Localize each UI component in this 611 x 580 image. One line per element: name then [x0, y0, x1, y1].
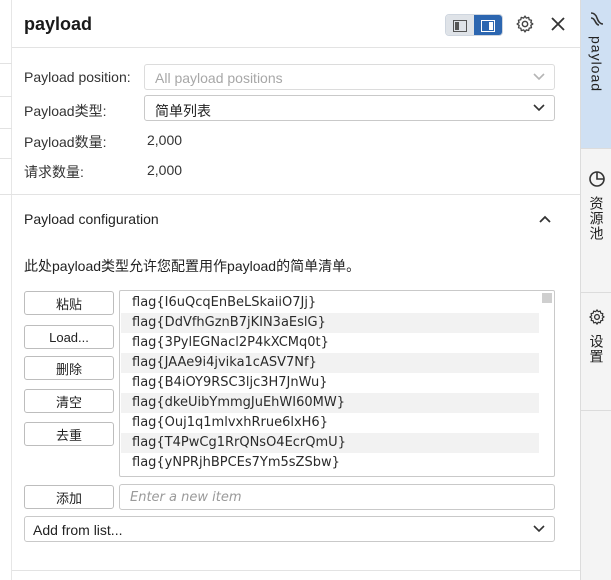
add-from-list-label: Add from list...: [33, 522, 123, 538]
settings-gear-icon[interactable]: [513, 12, 537, 36]
delete-button[interactable]: 删除: [24, 356, 114, 380]
panel-header: payload: [12, 0, 580, 48]
layout-left-button[interactable]: [446, 15, 474, 35]
payload-panel: payload Payload position: All payload po…: [12, 0, 580, 580]
list-item[interactable]: flag{B4iOY9RSC3ljc3H7JnWu}: [121, 373, 539, 393]
bottom-divider: [12, 570, 580, 571]
request-count-value: 2,000: [147, 162, 183, 178]
list-item[interactable]: flag{T4PwCg1RrQNsO4EcrQmU}: [121, 433, 539, 453]
payload-type-label: Payload类型:: [24, 103, 107, 119]
list-item[interactable]: flag{3PylEGNacl2P4kXCMq0t}: [121, 333, 539, 353]
section-divider: [12, 194, 580, 195]
rail-tab-label: 资源池: [588, 196, 605, 241]
payload-count-value: 2,000: [147, 132, 183, 148]
list-item[interactable]: flag{yNPRjhBPCEs7Ym5sZSbw}: [121, 453, 539, 473]
payload-position-select: All payload positions: [144, 64, 555, 90]
list-item[interactable]: flag{DdVfhGznB7jKIN3aEslG}: [121, 313, 539, 333]
close-icon[interactable]: [546, 12, 570, 36]
payload-position-value: All payload positions: [155, 70, 283, 86]
right-side-rail: payload 资源池 设置: [580, 0, 611, 580]
list-scrollbar-thumb[interactable]: [542, 293, 552, 303]
pie-chart-icon: [588, 171, 605, 187]
request-count-label: 请求数量:: [24, 164, 84, 180]
payload-count-label: Payload数量:: [24, 134, 107, 150]
chevron-down-icon: [533, 73, 545, 81]
chevron-up-icon[interactable]: [536, 210, 554, 228]
panel-title: payload: [24, 14, 93, 34]
configuration-description: 此处payload类型允许您配置用作payload的简单清单。: [24, 258, 361, 274]
new-item-input[interactable]: [120, 485, 554, 509]
rail-separator: [581, 292, 611, 293]
layout-columns-icon: [453, 20, 467, 32]
payload-type-value: 简单列表: [155, 103, 211, 119]
payload-position-label: Payload position:: [24, 69, 131, 85]
list-item[interactable]: flag{JAAe9i4jvika1cASV7Nf}: [121, 353, 539, 373]
payload-icon: [590, 12, 603, 26]
rail-tab-settings[interactable]: 设置: [581, 300, 611, 410]
dedupe-button[interactable]: 去重: [24, 422, 114, 446]
payload-list[interactable]: flag{I6uQcqEnBeLSkaiiO7Jj} flag{DdVfhGzn…: [119, 290, 555, 477]
gear-icon: [588, 309, 605, 325]
list-item[interactable]: flag{I6uQcqEnBeLSkaiiO7Jj}: [121, 293, 539, 313]
clear-button[interactable]: 清空: [24, 389, 114, 413]
left-edge-strip: [0, 0, 12, 580]
list-item[interactable]: flag{Ouj1q1mlvxhRrue6lxH6}: [121, 413, 539, 433]
rail-separator: [581, 410, 611, 411]
chevron-down-icon: [533, 525, 545, 533]
load-button[interactable]: Load...: [24, 325, 114, 349]
paste-button[interactable]: 粘贴: [24, 291, 114, 315]
rail-tab-resource-pool[interactable]: 资源池: [581, 160, 611, 285]
add-button[interactable]: 添加: [24, 485, 114, 509]
rail-tab-payload[interactable]: payload: [581, 0, 611, 148]
layout-columns-icon: [481, 20, 495, 32]
list-item[interactable]: flag{dkeUibYmmgJuEhWI60MW}: [121, 393, 539, 413]
new-item-input-wrapper: [119, 484, 555, 510]
layout-right-button[interactable]: [474, 15, 502, 35]
rail-tab-label: 设置: [588, 334, 605, 364]
payload-type-select[interactable]: 简单列表: [144, 95, 555, 121]
add-from-list-select[interactable]: Add from list...: [24, 516, 555, 542]
layout-toggle[interactable]: [445, 14, 503, 36]
rail-tab-label: payload: [588, 36, 605, 93]
chevron-down-icon: [533, 104, 545, 112]
payload-configuration-title: Payload configuration: [24, 211, 159, 227]
rail-separator: [581, 148, 611, 149]
